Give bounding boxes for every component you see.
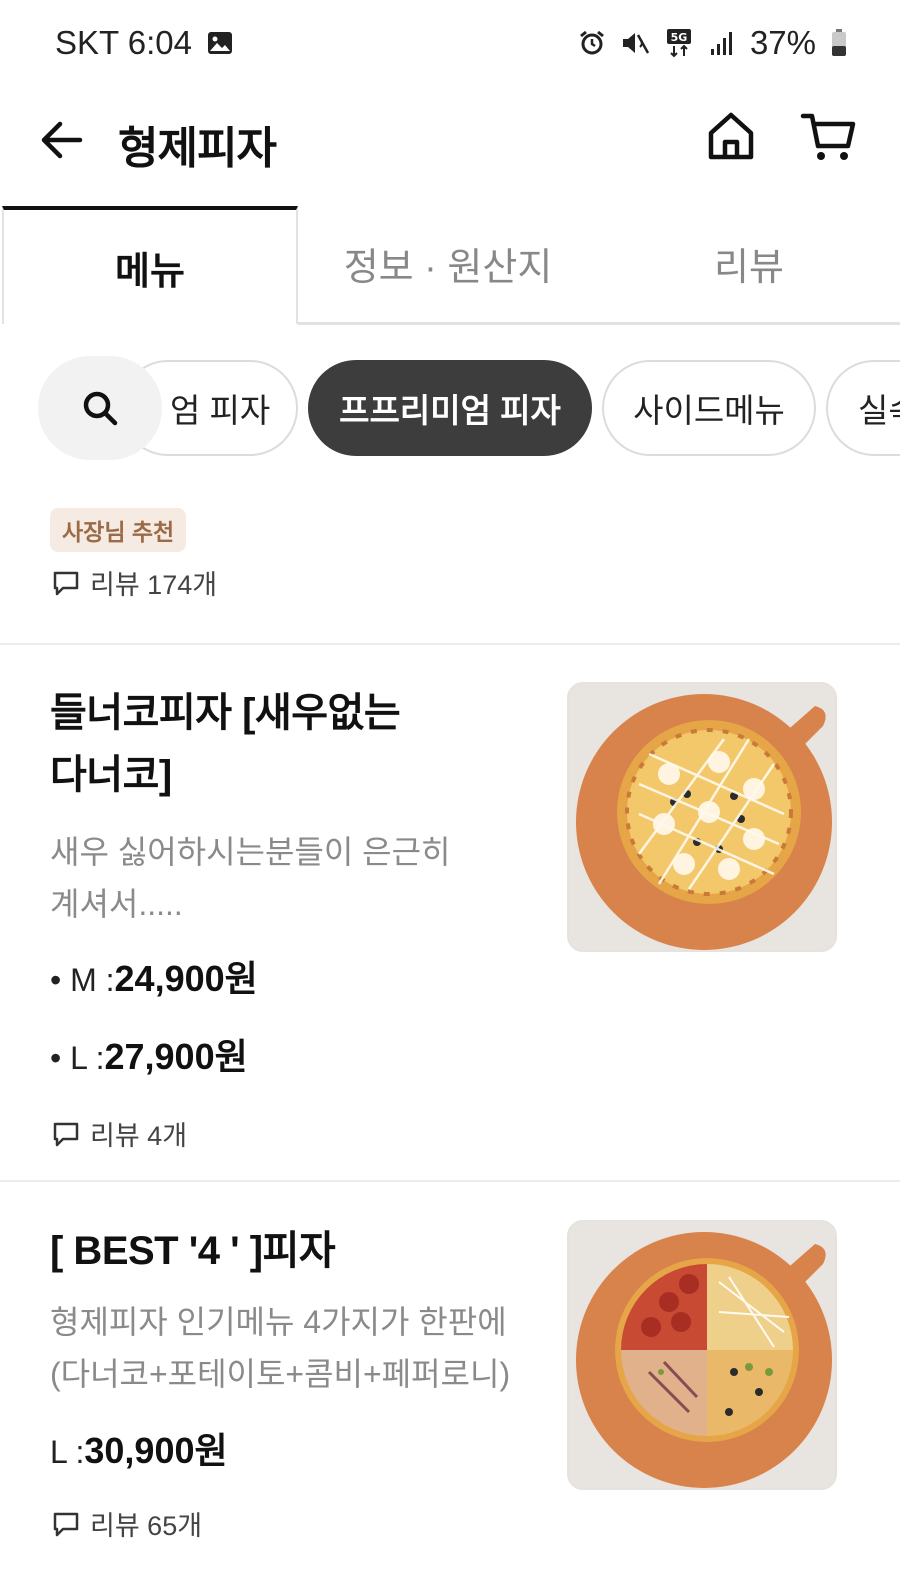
review-count-label: 리뷰 4개	[90, 1121, 188, 1151]
pizza-photo	[569, 684, 835, 950]
menu-item-photo[interactable]	[567, 682, 837, 952]
category-chips: 엄 피자 프프리미엄 피자 사이드메뉴 실속	[0, 356, 900, 462]
tab-menu[interactable]: 메뉴	[2, 206, 298, 324]
home-button[interactable]	[703, 108, 759, 164]
chip-value-menu[interactable]: 실속	[826, 360, 900, 456]
chip-label: 사이드메뉴	[633, 392, 785, 429]
review-count[interactable]: 리뷰 174개	[52, 563, 217, 602]
chip-label: 실속	[858, 392, 900, 429]
battery-percent: 37%	[749, 24, 816, 61]
price-l: L : 30,900원	[50, 1430, 228, 1471]
home-icon	[708, 112, 754, 160]
chip-pre-premium-pizza[interactable]: 프프리미엄 피자	[308, 360, 592, 456]
svg-text:5G: 5G	[671, 31, 688, 44]
cart-button[interactable]	[800, 108, 858, 166]
menu-search-button[interactable]	[38, 356, 162, 460]
pizza-photo	[569, 1222, 835, 1488]
tab-underline	[298, 322, 900, 325]
menu-item-dinerco-no-shrimp[interactable]: 들너코피자 [새우없는 다너코] 새우 싫어하시는분들이 은근히 계셔서....…	[50, 682, 550, 1153]
menu-item-best-4-pizza[interactable]: [ BEST '4 ' ]피자 형제피자 인기메뉴 4가지가 한판에 (다너코+…	[50, 1220, 550, 1543]
mute-icon	[622, 33, 650, 54]
comment-icon	[53, 1122, 79, 1146]
alarm-icon	[580, 30, 604, 55]
section-divider	[0, 643, 900, 645]
status-right: 5G 37%	[578, 24, 848, 62]
comment-icon	[53, 571, 79, 595]
tab-info-origin[interactable]: 정보 · 원산지	[298, 206, 598, 320]
5g-icon: 5G	[666, 29, 691, 58]
gallery-icon	[207, 32, 232, 54]
chip-label: 프프리미엄 피자	[339, 392, 561, 429]
menu-item-description: 새우 싫어하시는분들이 은근히 계셔서.....	[50, 834, 451, 922]
owner-recommend-badge: 사장님 추천	[50, 508, 187, 552]
status-left: SKT 6:04	[55, 24, 234, 62]
price-m: • M : 24,900원	[50, 958, 258, 999]
back-arrow-icon	[41, 121, 83, 159]
review-count-label: 리뷰 65개	[90, 1511, 203, 1541]
tab-review[interactable]: 리뷰	[598, 206, 900, 320]
back-button[interactable]	[34, 110, 94, 170]
review-count-label: 리뷰 174개	[90, 570, 218, 600]
tab-bar: 메뉴 정보 · 원산지 리뷰	[0, 206, 900, 325]
cart-icon	[800, 113, 856, 160]
carrier-time: SKT 6:04	[55, 24, 192, 61]
review-count[interactable]: 리뷰 4개	[52, 1114, 550, 1153]
menu-item-photo[interactable]	[567, 1220, 837, 1490]
comment-icon	[53, 1512, 79, 1536]
menu-item-description: 형제피자 인기메뉴 4가지가 한판에 (다너코+포테이토+콤비+페퍼로니)	[50, 1304, 511, 1392]
app-bar: 형제피자	[0, 86, 900, 196]
chip-label: 엄 피자	[170, 392, 271, 429]
chip-side-menu[interactable]: 사이드메뉴	[602, 360, 816, 456]
menu-item-name: 들너코피자 [새우없는 다너코]	[50, 691, 401, 797]
review-count[interactable]: 리뷰 65개	[52, 1504, 550, 1543]
status-bar: SKT 6:04 5G 37%	[0, 0, 900, 86]
price-l: • L : 27,900원	[50, 1036, 248, 1077]
store-title: 형제피자	[118, 124, 277, 173]
search-icon	[83, 391, 118, 426]
battery-icon	[832, 29, 846, 56]
signal-icon	[710, 32, 732, 55]
menu-item-name: [ BEST '4 ' ]피자	[50, 1229, 336, 1273]
section-divider	[0, 1180, 900, 1182]
